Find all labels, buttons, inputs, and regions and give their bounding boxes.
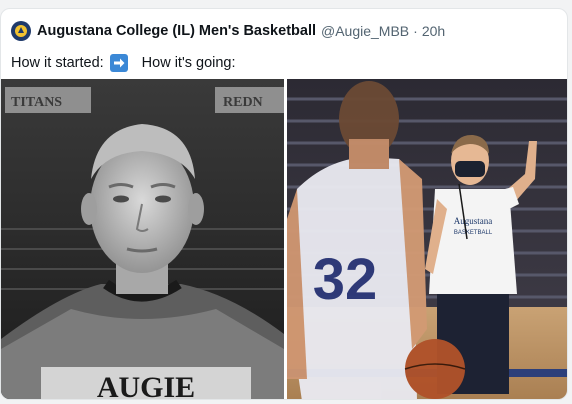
author-handle[interactable]: @Augie_MBB <box>321 23 409 39</box>
avatar[interactable] <box>11 21 31 41</box>
shirt-text: AUGIE <box>97 371 195 400</box>
viking-logo-icon <box>15 25 27 37</box>
author-name[interactable]: Augustana College (IL) Men's Basketball <box>37 23 316 39</box>
jersey-number: 32 <box>313 247 378 312</box>
tweet-text: How it started: How it's going: <box>11 53 236 73</box>
sign-left-text: TITANS <box>11 95 62 110</box>
tweet-header: Augustana College (IL) Men's Basketball … <box>11 21 445 41</box>
tweet-timestamp[interactable]: 20h <box>422 23 445 39</box>
photo-how-its-going[interactable]: Augustana BASKETBALL 32 <box>287 79 567 399</box>
dot-separator: · <box>413 23 418 39</box>
sign-right-text: REDN <box>223 95 263 110</box>
tweet-text-part-1: How it started: <box>11 55 104 71</box>
tweet-media: TITANS REDN AUGIE Augustana BASKETBALL 3… <box>1 79 567 400</box>
tweet-text-part-2: How it's going: <box>141 55 236 71</box>
shirt-logo-line1: Augustana <box>454 216 493 226</box>
right-arrow-emoji-icon <box>109 54 128 72</box>
shirt-logo-line2: BASKETBALL <box>454 230 493 236</box>
tweet-card[interactable]: Augustana College (IL) Men's Basketball … <box>0 8 568 400</box>
photo-how-it-started[interactable]: TITANS REDN AUGIE <box>1 79 284 400</box>
